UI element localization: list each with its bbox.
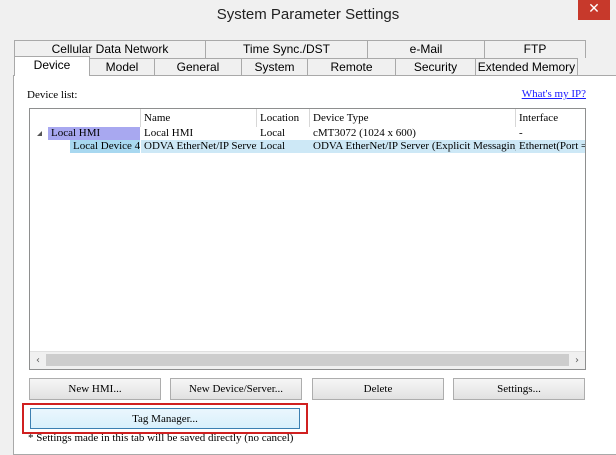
window-title: System Parameter Settings <box>216 6 400 23</box>
title-bar: System Parameter Settings ✕ <box>0 0 616 30</box>
tag-manager-highlight: Tag Manager... <box>22 403 308 434</box>
horizontal-scrollbar[interactable]: ‹ › <box>30 351 585 369</box>
tab-device[interactable]: Device <box>14 56 90 76</box>
tag-manager-button[interactable]: Tag Manager... <box>30 408 300 429</box>
whats-my-ip-link[interactable]: What's my IP? <box>522 88 586 100</box>
cell-name: ODVA EtherNet/IP Server <box>141 140 257 153</box>
grid-header: Name Location Device Type Interface <box>30 109 585 127</box>
scroll-right-icon[interactable]: › <box>570 354 584 367</box>
header-interface[interactable]: Interface <box>516 109 585 127</box>
device-list-label: Device list: <box>27 89 78 101</box>
cell-device-type: cMT3072 (1024 x 600) <box>313 127 416 139</box>
tab-row-bottom: Device Model General System Remote Secur… <box>14 56 578 76</box>
header-device-type[interactable]: Device Type <box>310 109 516 127</box>
tab-general[interactable]: General <box>154 58 242 76</box>
tab-model[interactable]: Model <box>89 58 155 76</box>
tab-ftp[interactable]: FTP <box>484 40 586 58</box>
tree-node-local-hmi[interactable]: Local HMI <box>48 127 140 140</box>
cell-location: Local <box>260 127 286 139</box>
new-hmi-button[interactable]: New HMI... <box>29 378 161 400</box>
tab-row-top: Cellular Data Network Time Sync./DST e-M… <box>14 40 586 58</box>
cell-location: Local <box>257 140 310 153</box>
header-name[interactable]: Name <box>141 109 257 127</box>
collapse-triangle-icon[interactable] <box>37 131 42 136</box>
table-row-selected[interactable]: Local Device 4 ODVA EtherNet/IP Server L… <box>30 140 585 153</box>
tab-system[interactable]: System <box>241 58 308 76</box>
cell-name: Local HMI <box>144 127 194 139</box>
tab-extended-memory[interactable]: Extended Memory <box>475 58 578 76</box>
tab-security[interactable]: Security <box>395 58 476 76</box>
cell-interface: Ethernet(Port = 4 <box>516 140 585 153</box>
tab-remote[interactable]: Remote <box>307 58 396 76</box>
tab-time-sync-dst[interactable]: Time Sync./DST <box>205 40 368 58</box>
table-row[interactable]: Local HMI Local HMI Local cMT3072 (1024 … <box>30 127 585 140</box>
device-list-grid[interactable]: Name Location Device Type Interface Loca… <box>29 108 586 370</box>
header-tree <box>30 109 141 127</box>
scroll-left-icon[interactable]: ‹ <box>31 354 45 367</box>
tab-email[interactable]: e-Mail <box>367 40 485 58</box>
delete-button[interactable]: Delete <box>312 378 444 400</box>
tree-node-local-device-4[interactable]: Local Device 4 <box>70 140 140 153</box>
header-location[interactable]: Location <box>257 109 310 127</box>
cell-interface: - <box>519 127 523 139</box>
scrollbar-thumb[interactable] <box>46 354 569 366</box>
settings-button[interactable]: Settings... <box>453 378 585 400</box>
settings-note: * Settings made in this tab will be save… <box>28 432 294 444</box>
new-device-server-button[interactable]: New Device/Server... <box>170 378 302 400</box>
cell-device-type: ODVA EtherNet/IP Server (Explicit Messag… <box>310 140 516 153</box>
close-icon[interactable]: ✕ <box>578 0 610 20</box>
